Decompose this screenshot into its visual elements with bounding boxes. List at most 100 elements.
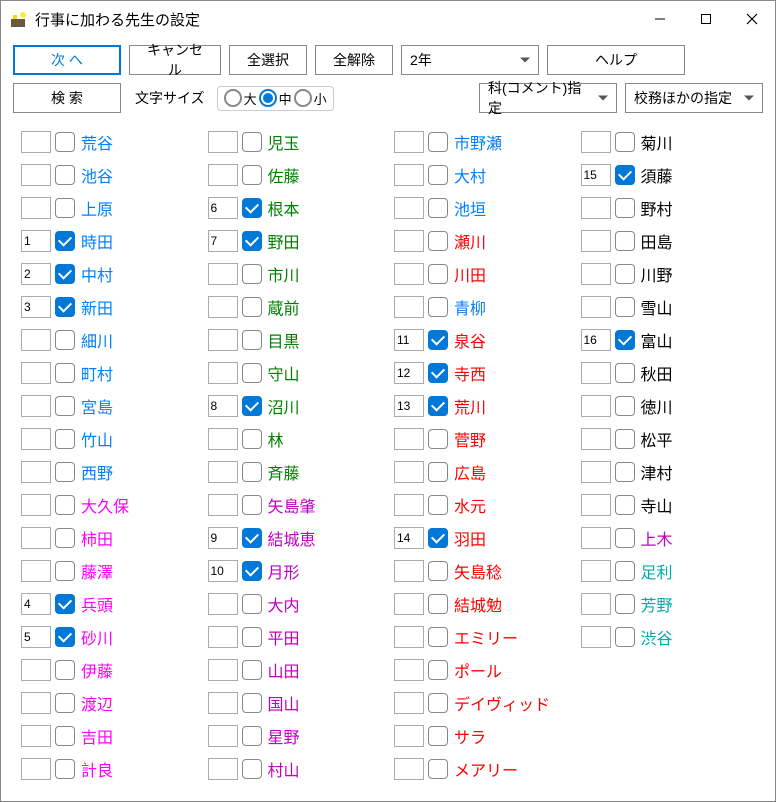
teacher-checkbox[interactable] (428, 594, 448, 614)
teacher-checkbox[interactable] (242, 198, 262, 218)
teacher-checkbox[interactable] (55, 132, 75, 152)
order-input[interactable] (208, 362, 238, 384)
teacher-checkbox[interactable] (615, 297, 635, 317)
teacher-checkbox[interactable] (242, 231, 262, 251)
order-input[interactable] (21, 560, 51, 582)
teacher-checkbox[interactable] (55, 198, 75, 218)
teacher-checkbox[interactable] (55, 297, 75, 317)
order-input[interactable]: 10 (208, 560, 238, 582)
teacher-checkbox[interactable] (428, 198, 448, 218)
cancel-button[interactable]: キャンセル (129, 45, 221, 75)
department-select[interactable]: 校務ほかの指定 (625, 83, 763, 113)
year-select[interactable]: 2年 (401, 45, 539, 75)
order-input[interactable] (21, 692, 51, 714)
teacher-checkbox[interactable] (242, 264, 262, 284)
order-input[interactable] (394, 692, 424, 714)
order-input[interactable] (208, 758, 238, 780)
teacher-checkbox[interactable] (428, 264, 448, 284)
order-input[interactable] (21, 659, 51, 681)
deselect-all-button[interactable]: 全解除 (315, 45, 393, 75)
order-input[interactable] (21, 758, 51, 780)
order-input[interactable] (21, 527, 51, 549)
order-input[interactable]: 4 (21, 593, 51, 615)
select-all-button[interactable]: 全選択 (229, 45, 307, 75)
order-input[interactable]: 9 (208, 527, 238, 549)
order-input[interactable] (581, 527, 611, 549)
order-input[interactable] (581, 626, 611, 648)
order-input[interactable] (394, 263, 424, 285)
teacher-checkbox[interactable] (615, 231, 635, 251)
teacher-checkbox[interactable] (242, 693, 262, 713)
order-input[interactable] (581, 296, 611, 318)
order-input[interactable] (21, 362, 51, 384)
order-input[interactable]: 13 (394, 395, 424, 417)
fontsize-small-radio[interactable]: 小 (294, 89, 327, 108)
order-input[interactable]: 1 (21, 230, 51, 252)
teacher-checkbox[interactable] (55, 495, 75, 515)
teacher-checkbox[interactable] (428, 561, 448, 581)
order-input[interactable] (581, 230, 611, 252)
order-input[interactable] (21, 395, 51, 417)
order-input[interactable]: 8 (208, 395, 238, 417)
order-input[interactable] (21, 131, 51, 153)
teacher-checkbox[interactable] (242, 759, 262, 779)
teacher-checkbox[interactable] (242, 132, 262, 152)
teacher-checkbox[interactable] (242, 462, 262, 482)
order-input[interactable] (581, 593, 611, 615)
teacher-checkbox[interactable] (242, 330, 262, 350)
order-input[interactable] (581, 131, 611, 153)
order-input[interactable] (581, 197, 611, 219)
order-input[interactable] (208, 263, 238, 285)
order-input[interactable] (208, 329, 238, 351)
help-button[interactable]: ヘルプ (547, 45, 685, 75)
minimize-button[interactable] (637, 3, 683, 35)
fontsize-medium-radio[interactable]: 中 (259, 89, 292, 108)
order-input[interactable]: 3 (21, 296, 51, 318)
order-input[interactable] (208, 626, 238, 648)
order-input[interactable] (208, 131, 238, 153)
order-input[interactable] (21, 329, 51, 351)
teacher-checkbox[interactable] (55, 594, 75, 614)
order-input[interactable] (208, 692, 238, 714)
order-input[interactable] (394, 164, 424, 186)
order-input[interactable] (208, 296, 238, 318)
order-input[interactable] (394, 659, 424, 681)
teacher-checkbox[interactable] (428, 429, 448, 449)
next-button[interactable]: 次 へ (13, 45, 121, 75)
order-input[interactable] (394, 461, 424, 483)
order-input[interactable] (394, 593, 424, 615)
order-input[interactable] (208, 461, 238, 483)
search-button[interactable]: 検 索 (13, 83, 121, 113)
teacher-checkbox[interactable] (55, 363, 75, 383)
teacher-checkbox[interactable] (242, 363, 262, 383)
teacher-checkbox[interactable] (615, 198, 635, 218)
order-input[interactable] (21, 494, 51, 516)
teacher-checkbox[interactable] (242, 165, 262, 185)
teacher-checkbox[interactable] (242, 660, 262, 680)
teacher-checkbox[interactable] (615, 165, 635, 185)
order-input[interactable] (21, 725, 51, 747)
order-input[interactable] (394, 131, 424, 153)
teacher-checkbox[interactable] (242, 627, 262, 647)
order-input[interactable] (394, 725, 424, 747)
order-input[interactable] (581, 428, 611, 450)
order-input[interactable] (581, 362, 611, 384)
order-input[interactable] (208, 494, 238, 516)
order-input[interactable] (208, 659, 238, 681)
teacher-checkbox[interactable] (55, 330, 75, 350)
teacher-checkbox[interactable] (55, 561, 75, 581)
teacher-checkbox[interactable] (242, 594, 262, 614)
teacher-checkbox[interactable] (55, 396, 75, 416)
order-input[interactable] (394, 296, 424, 318)
teacher-checkbox[interactable] (55, 462, 75, 482)
order-input[interactable]: 12 (394, 362, 424, 384)
teacher-checkbox[interactable] (428, 363, 448, 383)
order-input[interactable] (581, 494, 611, 516)
order-input[interactable]: 6 (208, 197, 238, 219)
teacher-checkbox[interactable] (428, 231, 448, 251)
teacher-checkbox[interactable] (428, 660, 448, 680)
teacher-checkbox[interactable] (428, 627, 448, 647)
order-input[interactable] (394, 428, 424, 450)
teacher-checkbox[interactable] (428, 462, 448, 482)
teacher-checkbox[interactable] (428, 726, 448, 746)
